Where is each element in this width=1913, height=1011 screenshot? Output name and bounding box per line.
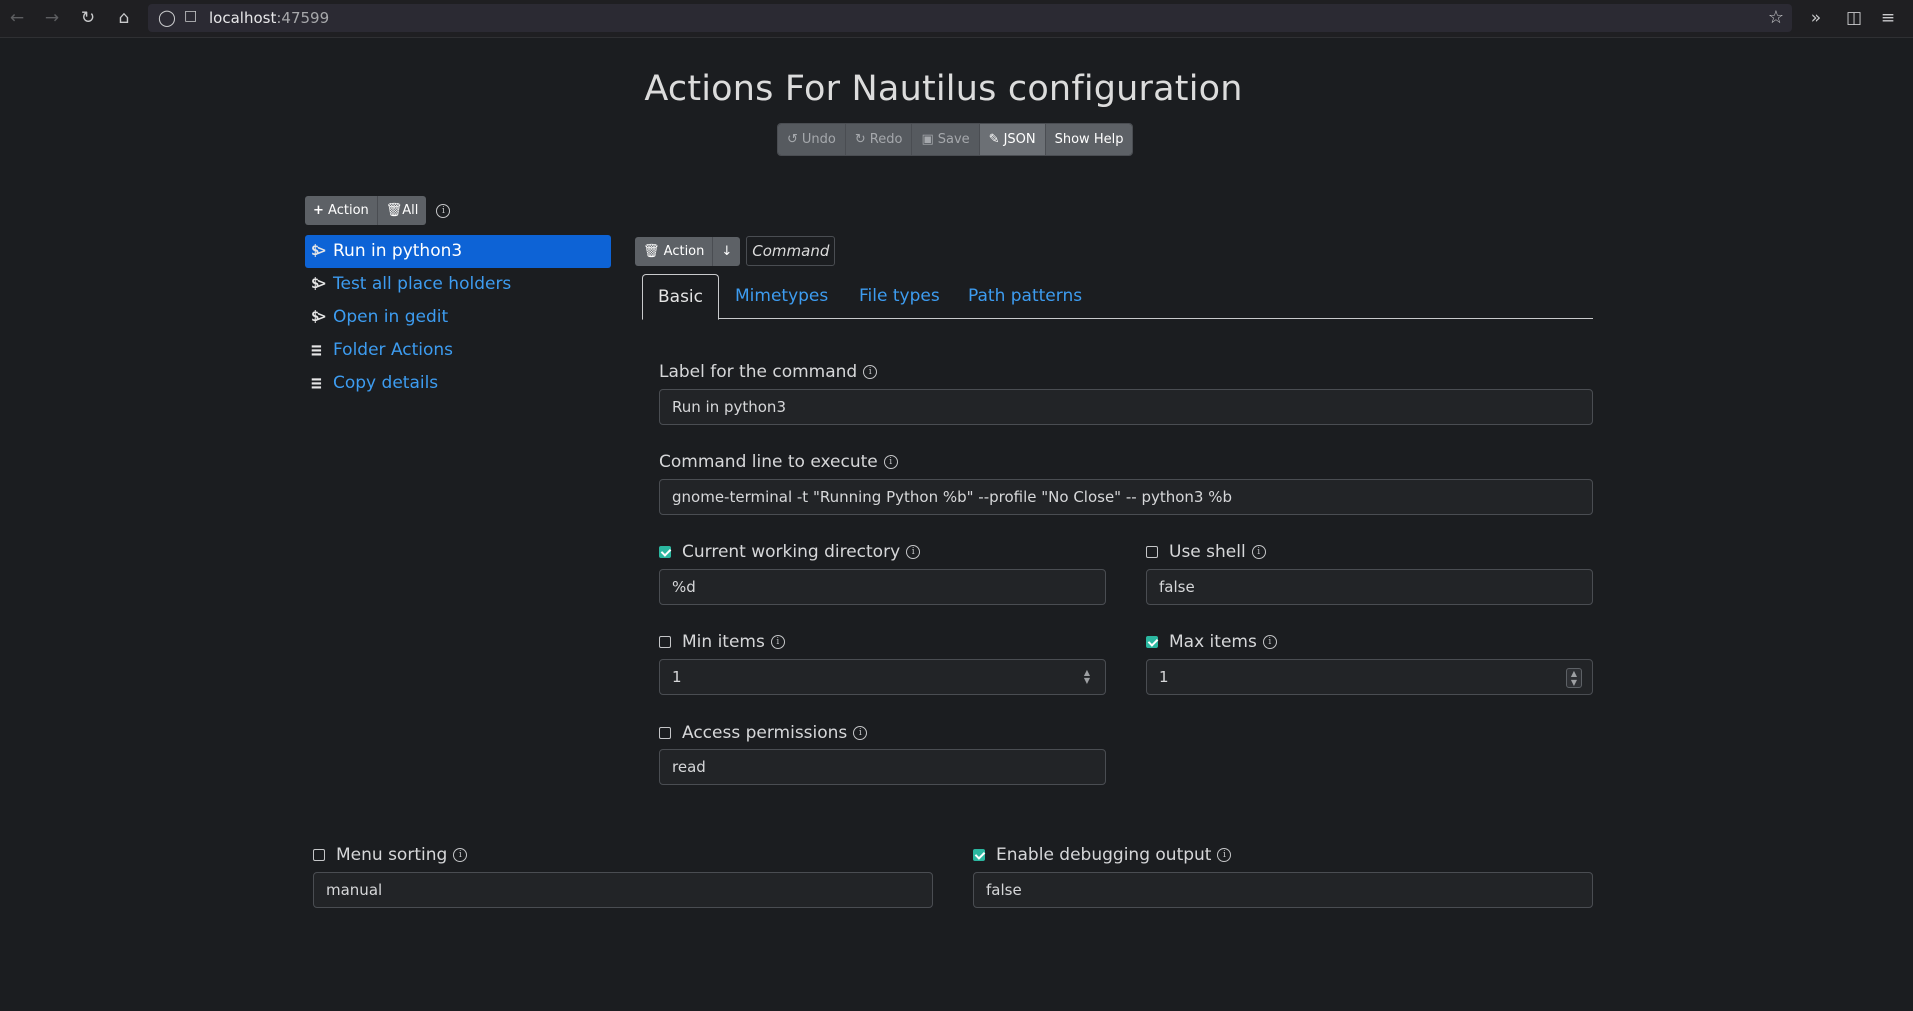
debug-checkbox[interactable] — [973, 849, 985, 861]
use-shell-field-label: Use shell i — [1146, 542, 1266, 562]
debug-field-label: Enable debugging output i — [973, 845, 1232, 865]
list-item[interactable]: $> Run in python3 — [305, 235, 611, 268]
max-items-checkbox[interactable] — [1146, 636, 1158, 648]
info-icon[interactable]: i — [906, 545, 921, 559]
command-input[interactable]: gnome-terminal -t "Running Python %b" --… — [659, 479, 1593, 515]
debug-input[interactable]: false — [973, 872, 1593, 908]
menu-sorting-checkbox[interactable] — [313, 849, 325, 861]
undo-icon: ↺ — [787, 132, 798, 147]
info-icon[interactable]: i — [453, 848, 468, 862]
min-items-field-label: Min items i — [659, 632, 785, 652]
trash-icon: 🗑 — [643, 243, 660, 259]
tab-mimetypes[interactable]: Mimetypes — [735, 274, 828, 318]
info-icon[interactable]: i — [863, 365, 878, 379]
page-title: Actions For Nautilus configuration — [644, 69, 1243, 109]
list-item[interactable]: $> Open in gedit — [305, 301, 611, 334]
cwd-checkbox[interactable] — [659, 546, 671, 558]
tab-basic[interactable]: Basic — [642, 274, 720, 320]
move-down-button[interactable]: ↓ — [712, 236, 741, 266]
page-icon: □ — [184, 8, 198, 24]
redo-button[interactable]: ↻ Redo — [845, 124, 913, 155]
menu-icon: ≡ — [311, 373, 322, 394]
info-icon[interactable]: i — [770, 635, 785, 649]
editor-tabs: Basic Mimetypes File types Path patterns — [642, 274, 1593, 320]
permissions-field-label: Access permissions i — [659, 723, 868, 743]
info-icon[interactable]: i — [1217, 848, 1232, 862]
back-icon[interactable]: ← — [5, 6, 29, 30]
editor-toolbar: 🗑 Action ↓ Command — [635, 236, 836, 266]
info-icon[interactable]: i — [853, 726, 868, 740]
list-item[interactable]: ≡ Folder Actions — [305, 334, 611, 367]
max-items-stepper[interactable]: 1 ▲ ▼ — [1146, 659, 1593, 695]
menu-icon: ≡ — [311, 340, 322, 361]
delete-action-button[interactable]: 🗑 Action — [635, 236, 713, 266]
info-icon[interactable]: i — [1262, 635, 1277, 649]
action-list: $> Run in python3 $> Test all place holder… — [305, 235, 611, 400]
max-items-field-label: Max items i — [1146, 632, 1277, 652]
info-icon[interactable]: i — [883, 455, 898, 469]
cwd-field-label: Current working directory i — [659, 542, 921, 562]
arrow-down-icon: ↓ — [721, 243, 733, 259]
delete-all-button[interactable]: 🗑All — [376, 196, 427, 225]
add-action-button[interactable]: + Action — [305, 196, 377, 225]
reload-icon[interactable]: ↻ — [76, 6, 100, 30]
plus-icon: + — [313, 203, 324, 218]
browser-toolbar: ← → ↻ ⌂ ◯ □ localhost:47599 ☆ » ◫ ≡ — [0, 0, 1913, 38]
command-icon: $> — [311, 276, 326, 292]
use-shell-checkbox[interactable] — [1146, 546, 1158, 558]
forward-icon[interactable]: → — [40, 6, 64, 30]
permissions-checkbox[interactable] — [659, 727, 671, 739]
list-item[interactable]: $> Test all place holders — [305, 268, 611, 301]
command-icon: $> — [311, 309, 326, 325]
menu-sorting-field-label: Menu sorting i — [313, 845, 468, 865]
menu-sorting-input[interactable]: manual — [313, 872, 933, 908]
info-icon[interactable]: i — [436, 203, 451, 218]
json-button[interactable]: ✎ JSON — [979, 124, 1046, 155]
save-icon: ▣ — [921, 132, 934, 147]
tab-path-patterns[interactable]: Path patterns — [968, 274, 1082, 318]
spinner-arrows-icon[interactable]: ▲ ▼ — [1083, 669, 1091, 685]
pencil-icon: ✎ — [988, 132, 1000, 147]
trash-icon: 🗑 — [385, 203, 403, 218]
list-item[interactable]: ≡ Copy details — [305, 367, 611, 400]
permissions-input[interactable]: read — [659, 749, 1106, 785]
url-bar[interactable]: ◯ □ localhost:47599 ☆ — [148, 4, 1792, 32]
tab-file-types[interactable]: File types — [859, 274, 940, 318]
command-field-label: Command line to execute i — [659, 452, 898, 472]
info-icon[interactable]: i — [1251, 545, 1266, 559]
command-icon: $> — [311, 243, 326, 259]
min-items-stepper[interactable]: 1 ▲ ▼ — [659, 659, 1106, 695]
hamburger-menu-icon[interactable]: ≡ — [1876, 6, 1900, 30]
bookmark-star-icon[interactable]: ☆ — [1768, 7, 1784, 28]
cwd-input[interactable]: %d — [659, 569, 1106, 605]
redo-icon: ↻ — [854, 132, 866, 147]
label-field-label: Label for the command i — [659, 362, 878, 382]
extensions-icon[interactable]: ◫ — [1842, 6, 1866, 30]
spinner-arrows-icon[interactable]: ▲ ▼ — [1566, 668, 1582, 688]
show-help-button[interactable]: Show Help — [1045, 124, 1133, 155]
url-text: localhost:47599 — [209, 9, 330, 27]
label-input[interactable]: Run in python3 — [659, 389, 1593, 425]
min-items-checkbox[interactable] — [659, 636, 671, 648]
overflow-chevrons-icon[interactable]: » — [1804, 6, 1828, 30]
actions-list-toolbar: + Action 🗑All i — [305, 196, 451, 225]
main-toolbar: ↺ Undo ↻ Redo ▣ Save ✎ JSON Show Help — [777, 123, 1134, 156]
undo-button[interactable]: ↺ Undo — [778, 124, 846, 155]
use-shell-input[interactable]: false — [1146, 569, 1593, 605]
save-button[interactable]: ▣ Save — [912, 124, 980, 155]
shield-icon: ◯ — [158, 8, 176, 27]
action-type-badge: Command — [746, 236, 836, 266]
home-icon[interactable]: ⌂ — [112, 6, 136, 30]
